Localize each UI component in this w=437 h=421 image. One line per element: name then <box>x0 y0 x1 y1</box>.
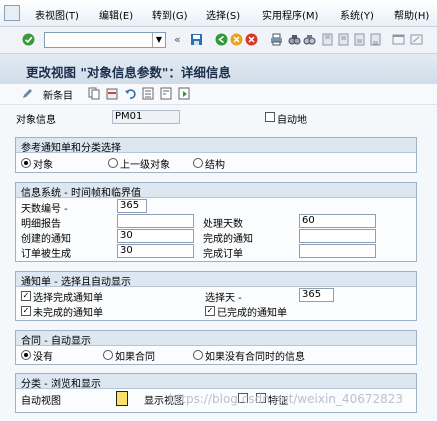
info-system-group-title: 信息系统 - 时间帧和临界值 <box>21 188 141 199</box>
created-notif-label: 创建的通知 <box>21 234 71 245</box>
standard-toolbar: ▼ « <box>0 27 437 54</box>
orders-created-input[interactable]: 30 <box>117 244 194 258</box>
menu-table-view[interactable]: 表视图(T) <box>35 7 79 22</box>
print-icon[interactable] <box>270 33 283 46</box>
find-icon[interactable] <box>288 33 301 46</box>
done-checkbox[interactable]: ✓ <box>205 306 215 316</box>
menu-edit[interactable]: 编辑(E) <box>99 7 133 22</box>
days-input[interactable]: 365 <box>117 199 147 213</box>
uncompleted-checkbox[interactable]: ✓ <box>21 306 31 316</box>
select-days-input[interactable]: 365 <box>299 288 334 302</box>
chevron-down-icon[interactable]: ▼ <box>152 33 165 47</box>
shortcut-icon[interactable] <box>410 33 423 46</box>
select-completed-label: 选择完成通知单 <box>33 293 103 304</box>
detail-report-input[interactable] <box>117 214 194 228</box>
radio-no-contract-info[interactable] <box>193 350 203 360</box>
new-entries-button[interactable]: 新条目 <box>43 87 73 102</box>
undo-icon[interactable] <box>124 87 136 100</box>
command-field[interactable]: ▼ <box>44 32 166 48</box>
copy-icon[interactable] <box>88 87 100 100</box>
object-info-field: PM01 <box>112 110 180 124</box>
select-all-icon[interactable] <box>142 87 154 100</box>
cancel-icon[interactable] <box>245 33 258 46</box>
delete-icon[interactable] <box>106 87 118 100</box>
menu-selection[interactable]: 选择(S) <box>206 7 240 22</box>
menu-help[interactable]: 帮助(H) <box>394 7 429 22</box>
radio-none[interactable] <box>21 350 31 360</box>
reference-group-title: 参考通知单和分类选择 <box>21 143 121 154</box>
radio-object[interactable] <box>21 158 31 168</box>
processing-days-label: 处理天数 <box>203 219 243 230</box>
radio-object-label: 对象 <box>33 160 53 171</box>
back-icon[interactable] <box>215 33 228 46</box>
radio-no-contract-info-label: 如果没有合同时的信息 <box>205 352 305 363</box>
select-completed-checkbox[interactable]: ✓ <box>21 291 31 301</box>
save-icon[interactable] <box>190 33 203 46</box>
menu-system[interactable]: 系统(Y) <box>340 7 374 22</box>
days-label: 天数编号 - <box>21 204 68 215</box>
watermark: https://blog.csdn.net/weixin_40672823 <box>169 392 404 406</box>
contract-group-title: 合同 - 自动显示 <box>21 336 91 347</box>
uncompleted-label: 未完成的通知单 <box>33 308 103 319</box>
radio-parent-object[interactable] <box>108 158 118 168</box>
auto-view-label: 自动视图 <box>21 396 61 407</box>
radio-if-contract[interactable] <box>103 350 113 360</box>
exit-icon[interactable] <box>230 33 243 46</box>
auto-view-field[interactable] <box>116 391 128 406</box>
title-bar: 更改视图 "对象信息参数"：详细信息 <box>0 54 437 84</box>
edit-pencil-icon[interactable] <box>21 87 34 100</box>
next-page-icon[interactable] <box>353 33 366 46</box>
auto-checkbox[interactable] <box>265 112 275 122</box>
new-session-icon[interactable] <box>392 33 405 46</box>
object-info-label: 对象信息 <box>16 115 56 126</box>
page-title: 更改视图 "对象信息参数"：详细信息 <box>26 65 231 80</box>
notification-group: 通知单 - 选择且自动显示 ✓ 选择完成通知单 选择天 - 365 ✓ 未完成的… <box>15 271 417 321</box>
enter-icon[interactable] <box>22 33 35 46</box>
last-page-icon[interactable] <box>369 33 382 46</box>
orders-created-label: 订单被生成 <box>21 249 71 260</box>
radio-structure-label: 结构 <box>205 160 225 171</box>
completed-notif-label: 完成的通知 <box>203 234 253 245</box>
contract-group: 合同 - 自动显示 没有 如果合同 如果没有合同时的信息 <box>15 330 417 365</box>
choose-icon[interactable] <box>178 87 190 100</box>
application-toolbar: 新条目 <box>0 84 437 105</box>
find-next-icon[interactable] <box>303 33 316 46</box>
radio-parent-object-label: 上一级对象 <box>120 160 170 171</box>
radio-none-label: 没有 <box>33 352 53 363</box>
menu-utilities[interactable]: 实用程序(M) <box>262 7 318 22</box>
select-days-label: 选择天 - <box>205 293 242 304</box>
menu-goto[interactable]: 转到(G) <box>152 7 188 22</box>
processing-days-input[interactable]: 60 <box>299 214 376 228</box>
radio-if-contract-label: 如果合同 <box>115 352 155 363</box>
completed-orders-label: 完成订单 <box>203 249 243 260</box>
done-label: 已完成的通知单 <box>217 308 287 319</box>
menu-bar: 表视图(T) 编辑(E) 转到(G) 选择(S) 实用程序(M) 系统(Y) 帮… <box>0 0 437 27</box>
sap-menu-icon[interactable] <box>4 5 20 21</box>
radio-structure[interactable] <box>193 158 203 168</box>
detail-screen: 对象信息 PM01 自动地 参考通知单和分类选择 对象 上一级对象 结构 信息系… <box>0 105 437 421</box>
completed-orders-input[interactable] <box>299 244 376 258</box>
info-system-group: 信息系统 - 时间帧和临界值 天数编号 - 365 明细报告 处理天数 60 创… <box>15 182 417 262</box>
classification-group-title: 分类 - 浏览和显示 <box>21 379 101 390</box>
auto-label: 自动地 <box>277 115 307 126</box>
first-page-icon[interactable] <box>321 33 334 46</box>
double-chevron-left-icon[interactable]: « <box>174 33 181 46</box>
notification-group-title: 通知单 - 选择且自动显示 <box>21 277 131 288</box>
completed-notif-input[interactable] <box>299 229 376 243</box>
reference-group: 参考通知单和分类选择 对象 上一级对象 结构 <box>15 137 417 173</box>
deselect-all-icon[interactable] <box>160 87 172 100</box>
created-notif-input[interactable]: 30 <box>117 229 194 243</box>
previous-page-icon[interactable] <box>337 33 350 46</box>
detail-report-label: 明细报告 <box>21 219 61 230</box>
